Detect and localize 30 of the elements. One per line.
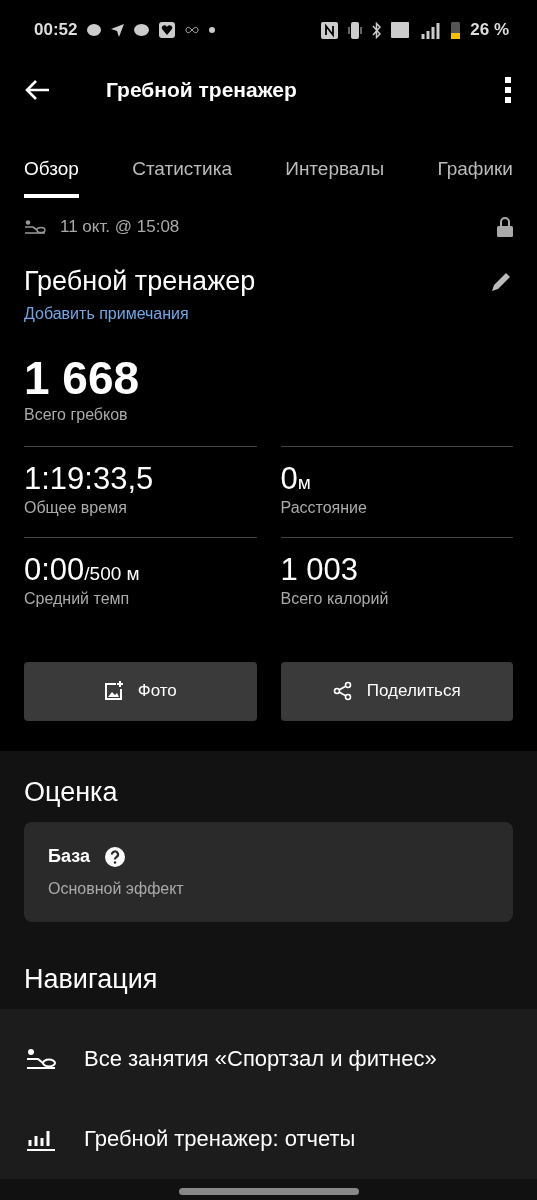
nav-item[interactable]: Гребной тренажер: отчеты [0, 1098, 537, 1179]
stat-label: Средний темп [24, 589, 131, 608]
tab[interactable]: Интервалы [285, 150, 385, 198]
battery-percent: 26 % [470, 20, 509, 40]
rating-title: База [48, 846, 90, 868]
stat-value: 1:19:33,5 [24, 460, 155, 497]
share-button[interactable]: Поделиться [280, 661, 513, 721]
rating-subtitle: Основной эффект [48, 879, 185, 898]
add-notes-link[interactable]: Добавить примечания [24, 305, 189, 323]
activity-date: 11 окт. @ 15:08 [60, 217, 180, 237]
stat-label: Общее время [24, 498, 128, 517]
total-value: 1 668 [24, 353, 141, 404]
section-heading: Оценка [23, 775, 119, 809]
status-time: 00:52 [34, 20, 78, 40]
stat-label: Расстояние [280, 498, 368, 517]
tab[interactable]: Обзор [24, 150, 79, 198]
nav-item[interactable]: Все занятия «Спортзал и фитнес» [0, 1018, 537, 1099]
tab[interactable]: Статистика [132, 150, 232, 198]
tab[interactable]: Графики [437, 150, 513, 198]
nav-label: Гребной тренажер: отчеты [84, 1125, 356, 1152]
stat-value: 1 003 [280, 551, 360, 588]
total-label: Всего гребков [24, 405, 129, 424]
screen-title: Гребной тренажер [106, 78, 298, 102]
stat-value: 0:00/500 м [24, 551, 141, 588]
nav-label: Все занятия «Спортзал и фитнес» [84, 1045, 437, 1072]
stat-value: 0м [280, 460, 312, 497]
photo-button[interactable]: Фото [24, 661, 257, 721]
stat-label: Всего калорий [280, 589, 390, 608]
activity-title: Гребной тренажер [24, 266, 256, 297]
section-heading: Навигация [23, 962, 159, 996]
